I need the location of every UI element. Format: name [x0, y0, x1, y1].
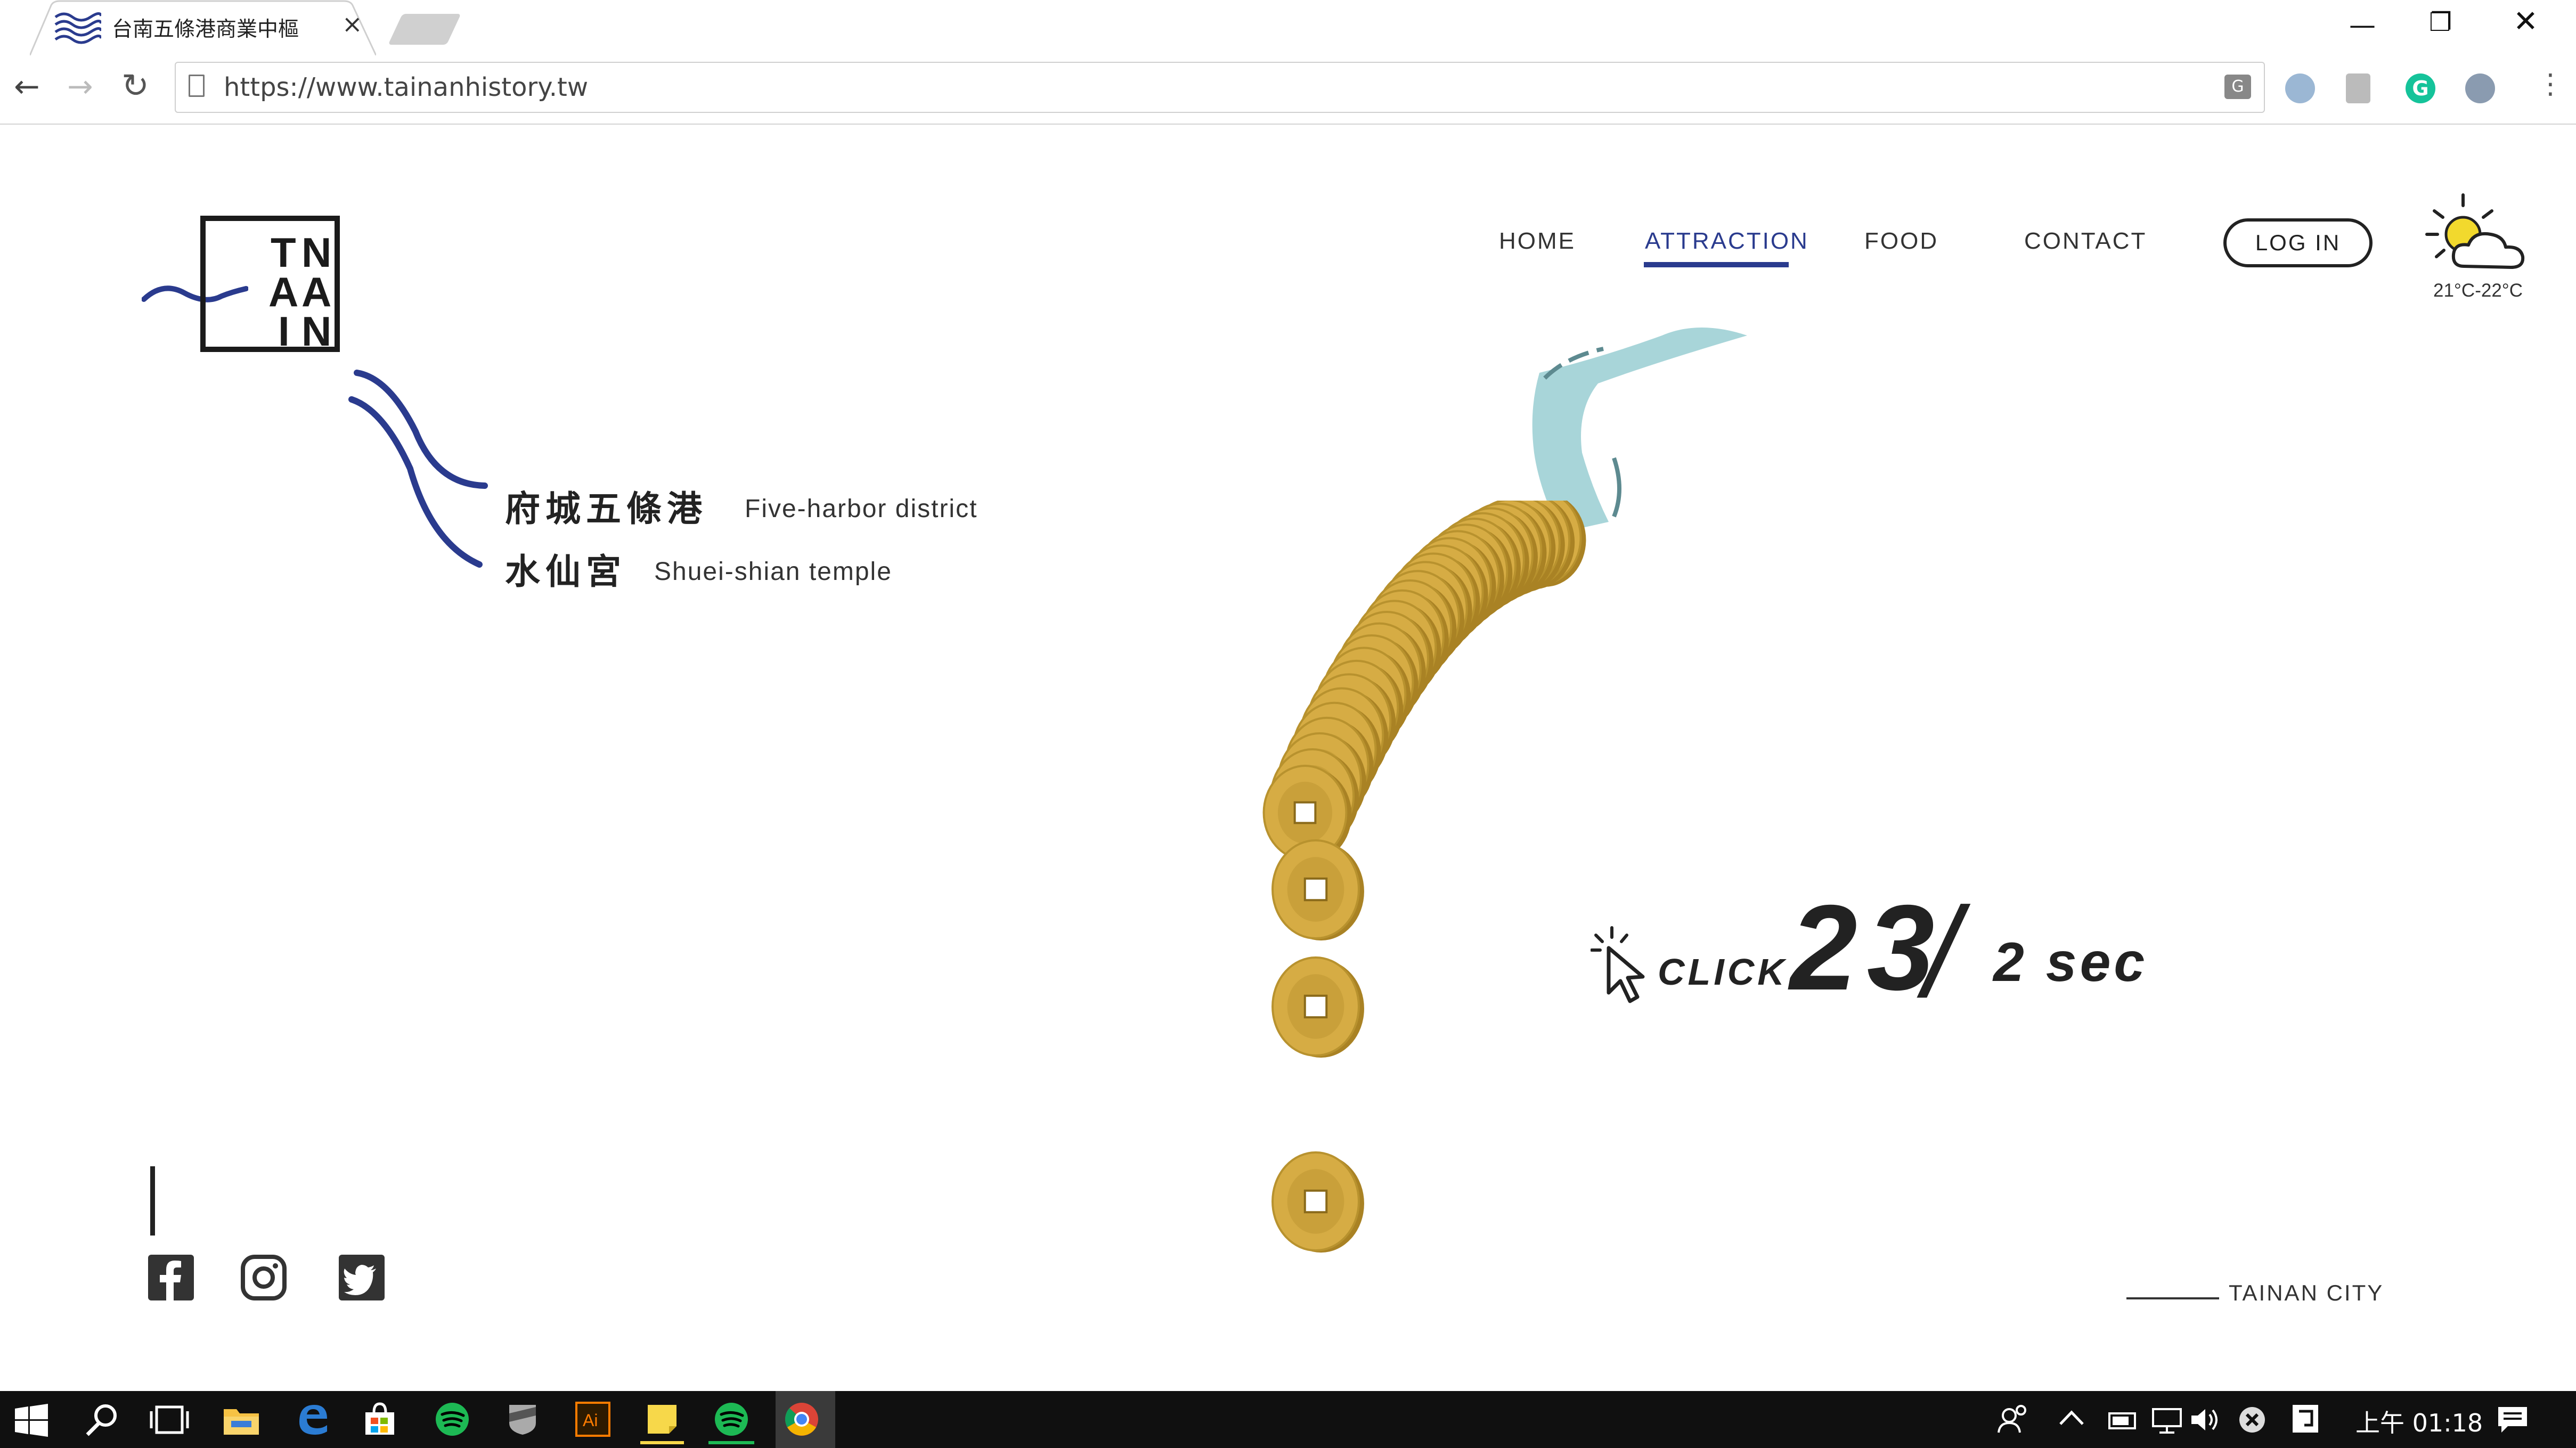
browser-menu-button[interactable]: ⋮ — [2537, 68, 2564, 100]
instagram-icon[interactable] — [241, 1255, 287, 1300]
url-text[interactable]: https://www.tainanhistory.tw — [224, 72, 588, 102]
coin — [1271, 839, 1364, 940]
coin — [1271, 956, 1364, 1058]
edge-icon[interactable] — [294, 1402, 329, 1437]
site-logo[interactable]: T N A A I N — [200, 216, 340, 355]
footer-city: TAINAN CITY — [2229, 1280, 2384, 1305]
click-rate-unit: 2 sec — [1993, 931, 2148, 993]
chrome-icon[interactable] — [784, 1402, 819, 1437]
sticky-notes-icon[interactable] — [640, 1403, 684, 1444]
search-icon[interactable] — [84, 1403, 119, 1438]
logo-letter: N — [301, 308, 332, 355]
window-close-button[interactable]: ✕ — [2513, 4, 2538, 39]
translate-icon[interactable]: G — [2224, 75, 2251, 99]
close-circle-icon[interactable] — [2237, 1405, 2267, 1435]
place-name-en[interactable]: Five-harbor district — [745, 494, 977, 523]
reload-button[interactable]: ↻ — [121, 66, 149, 105]
grammarly-icon[interactable]: G — [2406, 73, 2435, 103]
twitter-icon[interactable] — [339, 1255, 385, 1300]
people-icon[interactable] — [1998, 1404, 2029, 1434]
forward-button[interactable]: → — [67, 68, 93, 104]
svg-text:Ai: Ai — [583, 1411, 598, 1430]
site-favicon-icon — [53, 10, 101, 47]
nav-active-indicator — [1644, 262, 1789, 267]
spotify-icon[interactable] — [708, 1402, 754, 1444]
nav-home[interactable]: HOME — [1499, 228, 1576, 255]
wave-lines-icon — [341, 362, 490, 586]
tab-title: 台南五條港商業中樞 — [112, 18, 299, 42]
count-separator: / — [1924, 881, 1960, 1024]
nav-attraction[interactable]: ATTRACTION — [1645, 228, 1809, 255]
coin — [1271, 1151, 1364, 1253]
tab-close-button[interactable]: × — [342, 10, 363, 38]
chevron-up-icon[interactable] — [2058, 1408, 2085, 1427]
place-name-zh[interactable]: 水仙宮 — [505, 543, 626, 594]
extension-icon[interactable] — [2285, 73, 2315, 103]
login-button[interactable]: LOG IN — [2223, 218, 2373, 267]
spotify-icon[interactable] — [435, 1402, 470, 1437]
nav-food[interactable]: FOOD — [1864, 228, 1938, 255]
input-method-icon[interactable] — [2292, 1404, 2319, 1434]
action-center-icon[interactable] — [2496, 1405, 2529, 1435]
windows-start-icon[interactable] — [15, 1404, 48, 1437]
place-name-en[interactable]: Shuei-shian temple — [654, 557, 892, 586]
battery-icon[interactable] — [2105, 1407, 2138, 1431]
temperature-text: 21°C-22°C — [2433, 280, 2523, 301]
window-minimize-button[interactable]: — — [2349, 10, 2376, 40]
vertical-divider — [150, 1166, 155, 1236]
app-icon[interactable] — [505, 1402, 540, 1437]
coin-stack-illustration[interactable] — [1257, 501, 1609, 1267]
logo-letter: I — [278, 308, 290, 355]
nav-contact[interactable]: CONTACT — [2024, 228, 2147, 255]
system-clock[interactable]: 上午 01:18 — [2355, 1404, 2483, 1439]
network-icon[interactable] — [2150, 1406, 2184, 1434]
cursor-click-icon — [1591, 926, 1649, 1005]
store-icon[interactable] — [362, 1402, 397, 1437]
page-info-icon[interactable] — [189, 75, 205, 97]
back-button[interactable]: ← — [14, 68, 40, 104]
task-view-icon[interactable] — [149, 1405, 190, 1435]
place-name-zh[interactable]: 府城五條港 — [505, 480, 707, 531]
click-label: CLICK — [1658, 951, 1788, 993]
click-count: 23 — [1790, 880, 1944, 1016]
extension-icon[interactable] — [2465, 73, 2495, 103]
partly-cloudy-icon — [2423, 192, 2534, 277]
tab-bar — [0, 0, 2576, 56]
extension-icon[interactable] — [2346, 73, 2370, 103]
illustrator-icon[interactable]: Ai — [575, 1402, 610, 1437]
volume-icon[interactable] — [2189, 1406, 2221, 1434]
window-restore-button[interactable]: ❐ — [2429, 7, 2452, 37]
footer-rule — [2126, 1297, 2219, 1299]
file-explorer-icon[interactable] — [224, 1405, 259, 1435]
facebook-icon[interactable] — [148, 1255, 194, 1300]
